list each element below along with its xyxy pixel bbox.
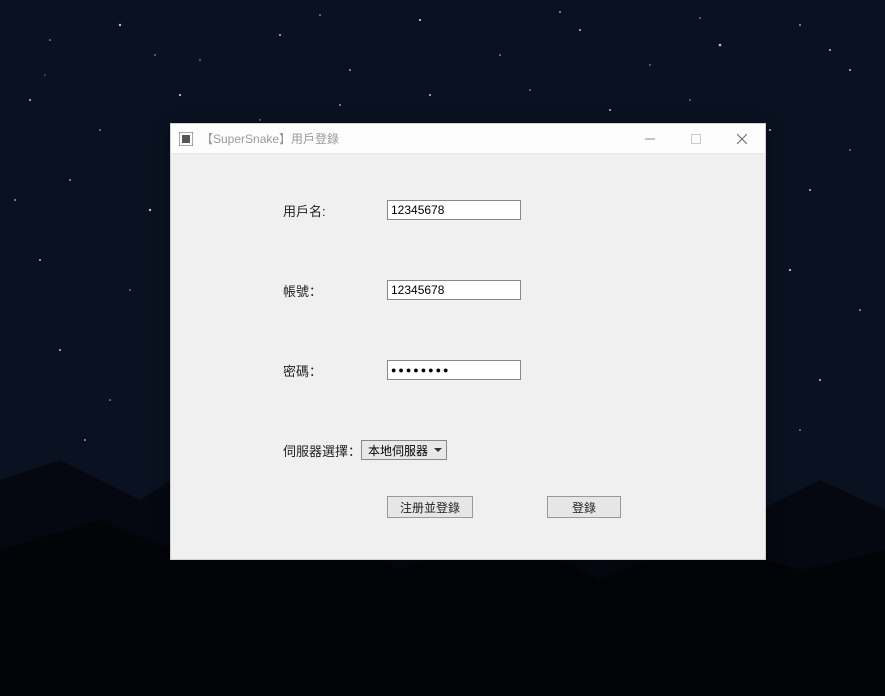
server-selected-value: 本地伺服器 [368,442,428,459]
maximize-button[interactable] [673,124,719,153]
server-label: 伺服器選擇： [283,441,361,460]
username-label: 用戶名: [283,201,387,220]
login-window: 【SuperSnake】用戶登錄 用戶名: 帳號： 密碼： [170,123,766,560]
button-row: 注册並登錄 登錄 [171,496,765,518]
register-login-button[interactable]: 注册並登錄 [387,496,473,518]
form-body: 用戶名: 帳號： 密碼： 伺服器選擇： 本地伺服器 注册並登錄 登錄 [171,154,765,518]
window-controls [627,124,765,153]
window-title: 【SuperSnake】用戶登錄 [201,130,627,147]
password-row: 密碼： [171,360,765,380]
chevron-down-icon [434,448,442,452]
login-button[interactable]: 登錄 [547,496,621,518]
minimize-button[interactable] [627,124,673,153]
password-input[interactable] [387,360,521,380]
account-row: 帳號： [171,280,765,300]
server-select[interactable]: 本地伺服器 [361,440,447,460]
account-label: 帳號： [283,281,387,300]
password-label: 密碼： [283,361,387,380]
account-input[interactable] [387,280,521,300]
app-icon [179,132,193,146]
username-input[interactable] [387,200,521,220]
username-row: 用戶名: [171,200,765,220]
server-row: 伺服器選擇： 本地伺服器 [171,440,765,460]
close-button[interactable] [719,124,765,153]
titlebar[interactable]: 【SuperSnake】用戶登錄 [171,124,765,154]
